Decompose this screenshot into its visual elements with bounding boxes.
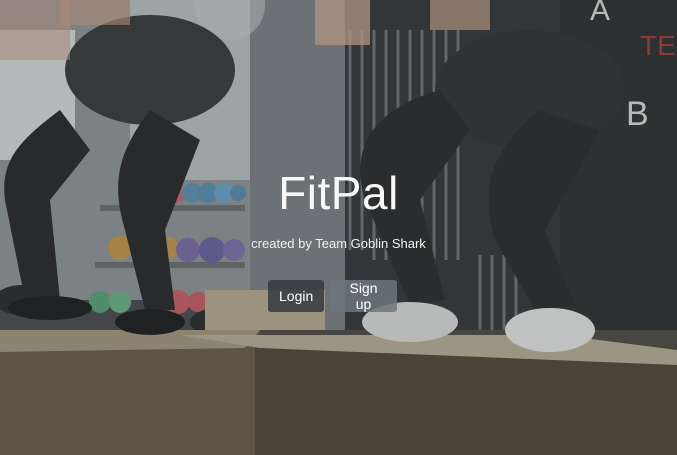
login-button[interactable]: Login <box>268 280 324 312</box>
app-subtitle: created by Team Goblin Shark <box>251 236 426 251</box>
app-title: FitPal <box>278 167 399 219</box>
signup-button[interactable]: Sign up <box>330 280 397 312</box>
hero: FitPal created by Team Goblin Shark <box>0 160 677 251</box>
auth-buttons: Login Sign up <box>268 280 458 312</box>
